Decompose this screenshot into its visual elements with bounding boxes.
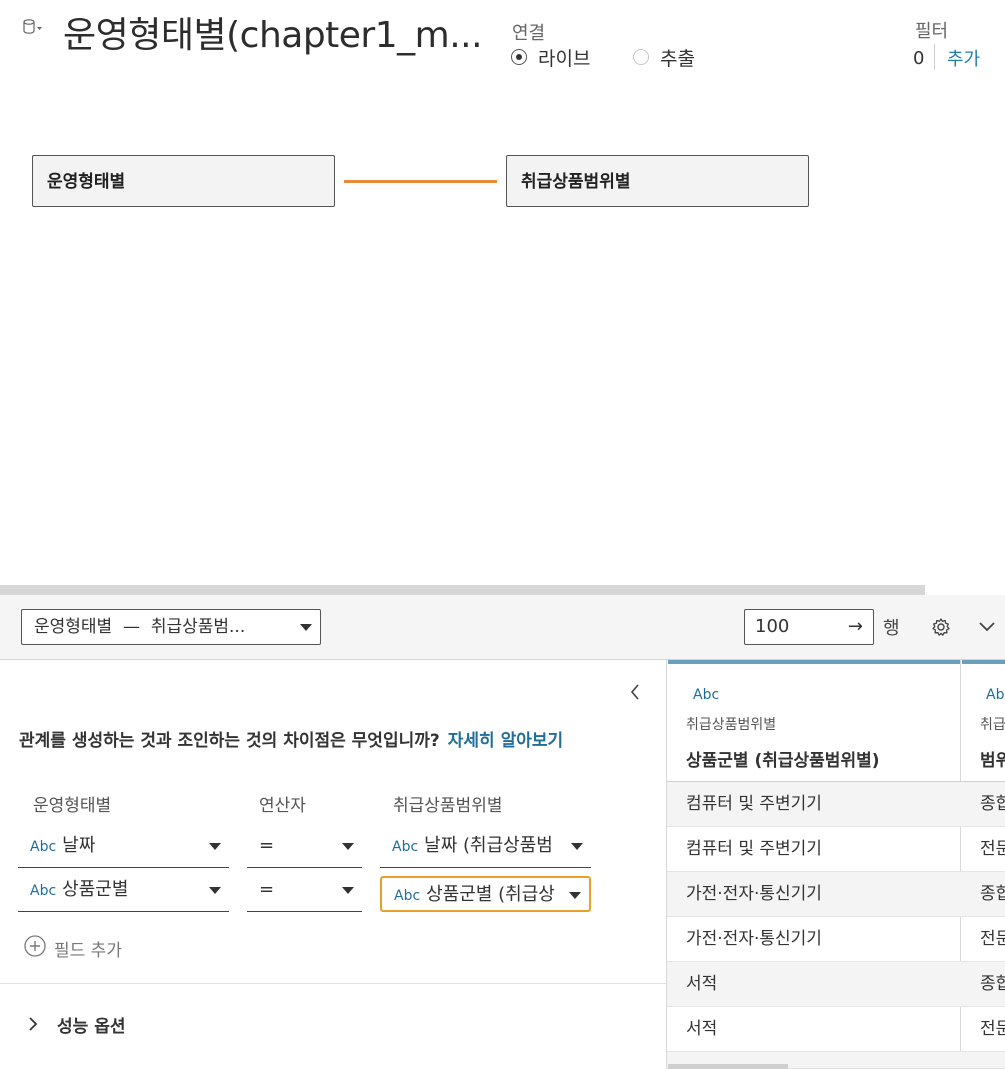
chevron-down-icon[interactable] bbox=[978, 620, 996, 634]
table-cell: 종합 bbox=[980, 794, 1005, 814]
left-field-dropdown[interactable]: Abc 상품군별 bbox=[18, 868, 229, 912]
table-cell: 종합 bbox=[980, 974, 1005, 994]
table-cell: 전문 bbox=[980, 929, 1005, 949]
live-radio[interactable] bbox=[511, 49, 527, 65]
column-source: 취급 bbox=[980, 717, 1005, 733]
string-type-icon: Abc bbox=[394, 888, 421, 904]
table-cell: 가전·전자·통신기기 bbox=[686, 929, 822, 949]
canvas-scrollbar[interactable] bbox=[0, 585, 925, 595]
learn-more-link[interactable]: 자세히 알아보기 bbox=[448, 731, 563, 751]
relationship-line[interactable] bbox=[344, 180, 497, 183]
table-cell: 컴퓨터 및 주변기기 bbox=[686, 794, 822, 814]
table-cell: 서적 bbox=[686, 974, 718, 994]
column-source-bar bbox=[668, 660, 960, 664]
extract-label[interactable]: 추출 bbox=[660, 44, 695, 71]
table-row[interactable]: 서적 종합 bbox=[667, 962, 1005, 1007]
add-field-button[interactable]: 필드 추가 bbox=[54, 936, 122, 961]
table-row[interactable]: 서적 전문 bbox=[667, 1007, 1005, 1052]
gear-icon[interactable] bbox=[931, 617, 951, 637]
caret-down-icon bbox=[342, 887, 354, 894]
filters-count: 0 bbox=[913, 48, 925, 69]
right-field-value: 날짜 (취급상품범 bbox=[424, 835, 553, 856]
right-field-dropdown[interactable]: Abc 날짜 (취급상품범 bbox=[380, 824, 591, 868]
chevron-left-icon[interactable] bbox=[628, 683, 642, 701]
right-table-header: 취급상품범위별 bbox=[393, 796, 503, 816]
filters-divider bbox=[934, 44, 935, 70]
chevron-right-icon[interactable] bbox=[28, 1016, 38, 1032]
caret-down-icon bbox=[342, 843, 354, 850]
table-cell: 종합 bbox=[980, 884, 1005, 904]
operator-dropdown[interactable]: = bbox=[247, 824, 362, 868]
rows-label: 행 bbox=[883, 618, 900, 639]
caret-down-icon bbox=[209, 887, 221, 894]
column-type-icon[interactable]: Abc bbox=[693, 687, 719, 703]
datasource-title[interactable]: 운영형태별(chapter1_m... bbox=[63, 6, 483, 58]
string-type-icon: Abc bbox=[30, 839, 57, 855]
connection-label: 연결 bbox=[512, 23, 546, 44]
left-field-dropdown[interactable]: Abc 날짜 bbox=[18, 824, 229, 868]
caret-down-icon bbox=[300, 624, 312, 631]
plus-circle-icon[interactable] bbox=[24, 935, 46, 957]
caret-down-icon bbox=[569, 892, 581, 899]
table-cell: 컴퓨터 및 주변기기 bbox=[686, 839, 822, 859]
column-header[interactable]: 상품군별 (취급상품범위별) bbox=[686, 746, 880, 771]
table-cell: 가전·전자·통신기기 bbox=[686, 884, 822, 904]
caret-down-icon bbox=[571, 843, 583, 850]
right-field-dropdown-active[interactable]: Abc 상품군별 (취급상 bbox=[380, 876, 591, 912]
apply-arrow-icon[interactable]: → bbox=[848, 610, 863, 644]
table-card-right[interactable]: 취급상품범위별 bbox=[506, 155, 809, 207]
help-question: 관계를 생성하는 것과 조인하는 것의 차이점은 무엇입니까? bbox=[19, 731, 440, 751]
table-row[interactable]: 가전·전자·통신기기 종합 bbox=[667, 872, 1005, 917]
table-cell: 서적 bbox=[686, 1019, 718, 1039]
left-field-value: 날짜 bbox=[62, 835, 96, 856]
datasource-icon[interactable] bbox=[22, 18, 44, 38]
string-type-icon: Abc bbox=[30, 883, 57, 899]
left-table-header: 운영형태별 bbox=[33, 796, 112, 816]
filters-label: 필터 bbox=[915, 21, 949, 42]
relationship-help-text: 관계를 생성하는 것과 조인하는 것의 차이점은 무엇입니까? 자세히 알아보기 bbox=[19, 726, 563, 751]
left-field-value: 상품군별 bbox=[62, 879, 129, 900]
performance-options-toggle[interactable]: 성능 옵션 bbox=[57, 1012, 125, 1037]
section-divider bbox=[0, 983, 666, 984]
caret-down-icon bbox=[209, 843, 221, 850]
live-label[interactable]: 라이브 bbox=[538, 44, 590, 71]
table-cell: 전문 bbox=[980, 1019, 1005, 1039]
right-field-value: 상품군별 (취급상 bbox=[426, 884, 555, 905]
operator-value: = bbox=[259, 879, 275, 900]
relationship-select[interactable]: 운영형태별 — 취급상품범... bbox=[21, 609, 321, 645]
relationship-select-value: 운영형태별 — 취급상품범... bbox=[34, 617, 246, 637]
grid-scrollbar[interactable] bbox=[668, 1064, 788, 1069]
column-source: 취급상품범위별 bbox=[686, 717, 777, 733]
extract-radio[interactable] bbox=[633, 49, 649, 65]
table-cell: 전문 bbox=[980, 839, 1005, 859]
operator-header: 연산자 bbox=[259, 796, 306, 816]
table-row[interactable]: 컴퓨터 및 주변기기 종합 bbox=[667, 782, 1005, 827]
operator-value: = bbox=[259, 835, 275, 856]
table-row[interactable]: 컴퓨터 및 주변기기 전문 bbox=[667, 827, 1005, 872]
rows-input[interactable]: 100 → bbox=[744, 609, 874, 645]
rows-value: 100 bbox=[755, 616, 790, 637]
column-type-icon[interactable]: Abc bbox=[986, 687, 1005, 703]
string-type-icon: Abc bbox=[392, 839, 419, 855]
table-row[interactable]: 가전·전자·통신기기 전문 bbox=[667, 917, 1005, 962]
column-source-bar bbox=[962, 660, 1005, 664]
column-header[interactable]: 범위 bbox=[980, 746, 1005, 771]
add-filter-link[interactable]: 추가 bbox=[947, 45, 980, 71]
table-card-left[interactable]: 운영형태별 bbox=[32, 155, 335, 207]
operator-dropdown[interactable]: = bbox=[247, 868, 362, 912]
